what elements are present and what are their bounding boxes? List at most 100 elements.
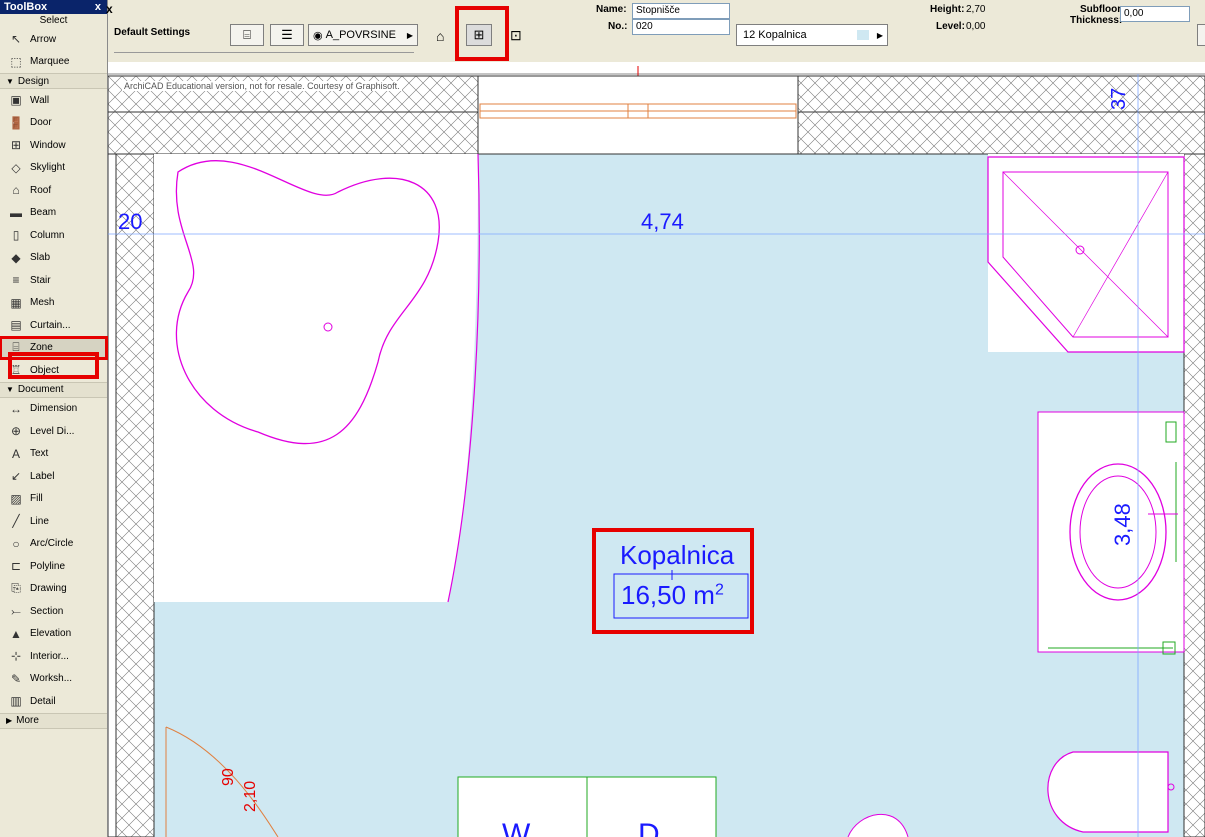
dimension-top-right[interactable]: 37 [1108, 88, 1131, 110]
layers-icon: ☰ [281, 27, 293, 42]
infobox-close-icon[interactable]: x [106, 2, 113, 16]
tool-elevation[interactable]: ▲ Elevation [0, 623, 107, 646]
tool-label: Arc/Circle [30, 538, 74, 550]
zone-settings-button[interactable]: ⌸ [230, 24, 264, 46]
tool-label: Fill [30, 493, 43, 505]
door-icon: 🚪 [8, 115, 24, 130]
name-field[interactable]: Stopnišče [632, 3, 730, 19]
tool-dimension[interactable]: ↔ Dimension [0, 398, 107, 421]
tool-slab[interactable]: ◆ Slab [0, 247, 107, 270]
tool-skylight[interactable]: ◇ Skylight [0, 157, 107, 180]
dryer-label: D [638, 818, 660, 837]
label-icon: ↙ [10, 469, 22, 484]
chevron-right-icon: ▶ [876, 30, 883, 40]
floor-plan-canvas[interactable]: ArchiCAD Educational version, not for re… [108, 62, 1205, 837]
subfloor-thickness-field[interactable]: 0,00 [1120, 6, 1190, 22]
tool-label[interactable]: ↙ Label [0, 465, 107, 488]
window-icon: ⊞ [10, 138, 22, 153]
chevron-right-icon: ▶ [406, 30, 413, 40]
dimension-left[interactable]: 20 [118, 209, 142, 235]
tool-beam[interactable]: ▬ Beam [0, 202, 107, 225]
tool-arrow[interactable]: ↖ Arrow [0, 28, 107, 51]
more-section-toggle[interactable]: ▶ More [0, 712, 107, 729]
document-section-label: Document [17, 384, 64, 395]
tool-mesh[interactable]: ▦ Mesh [0, 292, 107, 315]
triangle-down-icon: ▼ [6, 385, 14, 394]
zone-name-label[interactable]: Kopalnica [620, 540, 734, 571]
category-value: 12 Kopalnica [743, 29, 807, 41]
tool-interior-elevation[interactable]: ⊹ Interior... [0, 645, 107, 668]
select-header: Select [39, 15, 68, 26]
tool-label: Door [30, 117, 52, 129]
subfloor-label: Subfloor [1080, 4, 1122, 15]
toolbox-title-bar[interactable]: ToolBox x [0, 0, 107, 14]
level-value[interactable]: 0,00 [966, 21, 985, 32]
line-icon: ╱ [12, 514, 20, 529]
tool-fill[interactable]: ▨ Fill [0, 488, 107, 511]
height-field[interactable] [964, 2, 1034, 18]
tool-section[interactable]: ⤚ Section [0, 600, 107, 623]
toilet [1047, 751, 1169, 833]
zone-area-label[interactable]: 16,50 m2 [621, 580, 724, 611]
triangle-down-icon: ▼ [6, 76, 14, 86]
document-section-toggle[interactable]: ▼ Document [0, 381, 107, 398]
tool-column[interactable]: ▯ Column [0, 224, 107, 247]
beam-icon: ▬ [10, 205, 22, 220]
tool-wall[interactable]: ▣ Wall [0, 89, 107, 112]
tool-roof[interactable]: ⌂ Roof [0, 179, 107, 202]
door-dimension-height: 2,10 [242, 780, 259, 812]
tool-text[interactable]: A Text [0, 443, 107, 466]
tool-drawing[interactable]: ⎘ Drawing [0, 578, 107, 601]
tool-worksheet[interactable]: ✎ Worksh... [0, 668, 107, 691]
close-icon[interactable]: x [95, 0, 101, 14]
tool-door[interactable]: 🚪 Door [0, 112, 107, 135]
object-icon: ♖ [10, 363, 22, 378]
toolbox-palette: ToolBox x Select ↖ Arrow ⬚ Marquee ▼ Design … [0, 0, 108, 837]
tool-label: Detail [30, 695, 56, 707]
dimension-right[interactable]: 3,48 [1110, 503, 1136, 546]
polyline-icon: ⊏ [10, 559, 22, 574]
mesh-icon: ▦ [10, 295, 22, 310]
tool-label: Text [30, 448, 49, 460]
tool-object[interactable]: ♖ Object [0, 359, 107, 382]
dimension-width[interactable]: 4,74 [641, 209, 684, 235]
curtain-wall-icon: ▤ [10, 318, 22, 333]
tool-arc-circle[interactable]: ○ Arc/Circle [0, 533, 107, 556]
default-settings-label[interactable]: Default Settings [114, 27, 190, 38]
tool-label: Worksh... [30, 673, 73, 685]
drawing-icon: ⎘ [11, 581, 21, 596]
zone-icon: ⌸ [243, 27, 251, 42]
category-dropdown[interactable]: 12 Kopalnica ▶ [736, 24, 888, 46]
arc-circle-icon: ○ [12, 536, 20, 551]
tool-curtain-wall[interactable]: ▤ Curtain... [0, 314, 107, 337]
tool-label: Beam [30, 207, 57, 219]
tool-zone[interactable]: ⌸ Zone [0, 335, 108, 360]
elevation-icon: ▲ [10, 626, 22, 641]
geometry-method-rectangle-button[interactable]: ⊞ [466, 24, 492, 46]
number-field[interactable]: 020 [632, 19, 730, 35]
level-label: Level: [936, 21, 965, 32]
tool-label: Slab [30, 252, 51, 264]
tool-label: Elevation [30, 628, 72, 640]
layer-value: A_POVRSINE [325, 29, 396, 41]
layer-settings-button[interactable]: ☰ [270, 24, 304, 46]
level-dimension-icon: ⊕ [10, 424, 22, 439]
dimension-icon: ↔ [10, 401, 22, 416]
tool-line[interactable]: ╱ Line [0, 510, 107, 533]
tool-window[interactable]: ⊞ Window [0, 134, 107, 157]
geometry-method-polygon-icon[interactable]: ⌂ [436, 28, 444, 44]
tool-detail[interactable]: ▥ Detail [0, 690, 107, 713]
tool-stair[interactable]: ≡ Stair [0, 269, 107, 292]
tool-marquee[interactable]: ⬚ Marquee [0, 51, 107, 74]
layer-dropdown[interactable]: ◉ A_POVRSINE ▶ [308, 24, 418, 46]
thickness-label: Thickness: [1070, 15, 1123, 26]
more-options-button[interactable] [1197, 24, 1205, 46]
height-label: Height: [930, 4, 965, 15]
geometry-method-rotated-icon[interactable]: ⊡ [510, 27, 522, 44]
tool-polyline[interactable]: ⊏ Polyline [0, 555, 107, 578]
infobox-scrollbar[interactable] [114, 52, 414, 57]
tool-level-dimension[interactable]: ⊕ Level Di... [0, 420, 107, 443]
worksheet-icon: ✎ [10, 671, 22, 686]
wall-icon: ▣ [10, 93, 22, 108]
design-section-toggle[interactable]: ▼ Design [0, 73, 107, 89]
